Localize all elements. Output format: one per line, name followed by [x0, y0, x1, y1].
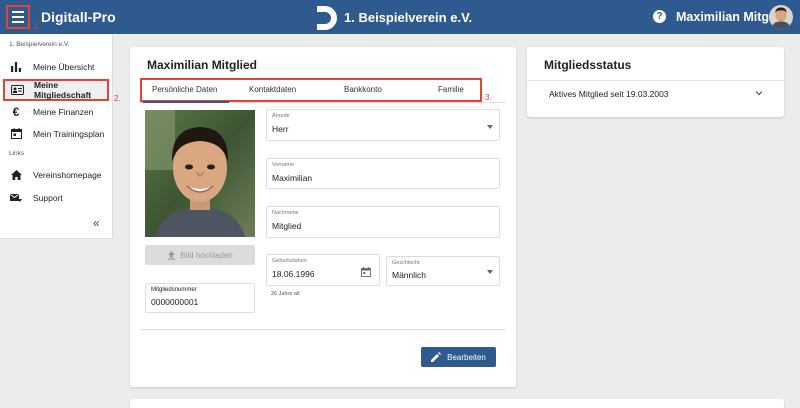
membership-status-text: Aktives Mitglied seit 19.03.2003	[549, 89, 669, 99]
id-card-icon	[11, 84, 24, 96]
menu-button[interactable]	[6, 5, 30, 29]
club-name: 1. Beispielverein e.V.	[344, 10, 473, 25]
gender-select[interactable]: Geschlecht Männlich	[386, 256, 500, 286]
sidebar-section-links: Links	[9, 150, 25, 157]
avatar-face-icon	[769, 5, 793, 29]
help-icon[interactable]: ?	[653, 10, 666, 23]
last-name-value: Mitglied	[272, 221, 302, 231]
page-title: Maximilian Mitglied	[147, 58, 258, 72]
membership-status-title: Mitgliedsstatus	[544, 58, 632, 72]
upload-photo-button[interactable]: Bild hochladen	[145, 245, 255, 265]
lower-card	[130, 399, 784, 408]
gender-value: Männlich	[392, 270, 427, 280]
birthdate-field[interactable]: Geburtsdatum 18.06.1996	[266, 254, 380, 286]
tab-personal-data[interactable]: Persönliche Daten	[152, 85, 217, 94]
membership-status-row[interactable]: Aktives Mitglied seit 19.03.2003	[527, 80, 784, 106]
salutation-value: Herr	[272, 124, 289, 134]
sidebar-section-club: 1. Beispielverein e.V.	[9, 41, 70, 48]
sidebar: 1. Beispielverein e.V. Meine Übersicht M…	[0, 34, 121, 239]
callout-label-menu: 1.	[34, 22, 41, 31]
gender-label: Geschlecht	[392, 260, 420, 266]
collapse-sidebar-icon[interactable]: «	[93, 216, 100, 230]
sidebar-item-support[interactable]: Support	[3, 188, 109, 207]
sidebar-item-label: Meine Finanzen	[33, 106, 94, 117]
sidebar-item-finances[interactable]: € Meine Finanzen	[3, 102, 109, 121]
sidebar-item-label: Meine Mitgliedschaft	[34, 80, 92, 100]
sidebar-item-label: Meine Übersicht	[33, 61, 95, 72]
member-number-label: Mitgliedsnummer	[151, 287, 197, 293]
menu-icon-bar	[12, 21, 24, 23]
upload-icon	[168, 250, 176, 260]
profile-photo	[145, 110, 255, 237]
top-app-bar: 1. Digitall-Pro 1. Beispielverein e.V. ?…	[0, 0, 800, 34]
bar-chart-icon	[9, 61, 23, 73]
support-mail-icon	[9, 192, 23, 204]
dropdown-caret-icon	[487, 270, 493, 274]
last-name-label: Nachname	[272, 210, 299, 216]
sidebar-item-label: Mein Trainingsplan	[33, 128, 105, 139]
menu-icon-bar	[12, 11, 24, 13]
tab-family[interactable]: Familie	[438, 85, 464, 94]
dropdown-caret-icon	[487, 125, 493, 129]
first-name-label: Vorname	[272, 162, 295, 168]
menu-icon-bar	[12, 16, 24, 18]
edit-label: Bearbeiten	[447, 352, 486, 362]
upload-photo-label: Bild hochladen	[180, 250, 233, 260]
pencil-icon	[431, 352, 442, 362]
sidebar-item-label: Vereinshomepage	[33, 169, 102, 180]
last-name-field[interactable]: Nachname Mitglied	[266, 206, 500, 238]
calendar-picker-icon[interactable]	[361, 267, 371, 277]
birthdate-label: Geburtsdatum	[272, 258, 307, 264]
callout-label-sidebar: 2.	[114, 94, 121, 103]
member-number-field[interactable]: Mitgliedsnummer 0000000001	[145, 283, 255, 313]
tab-contact-data[interactable]: Kontaktdaten	[249, 85, 296, 94]
home-icon	[9, 169, 23, 181]
active-tab-indicator	[143, 101, 229, 103]
card-divider	[140, 329, 506, 330]
birthdate-value: 18.06.1996	[272, 269, 315, 279]
calendar-icon	[9, 128, 23, 140]
salutation-label: Anrede	[272, 113, 290, 119]
sidebar-item-label: Support	[33, 192, 63, 203]
app-title: Digitall-Pro	[41, 9, 116, 25]
age-hint: 26 Jahre alt	[271, 291, 300, 297]
sidebar-item-club-homepage[interactable]: Vereinshomepage	[3, 165, 109, 184]
euro-icon: €	[12, 104, 20, 119]
tab-bank-account[interactable]: Bankkonto	[344, 85, 382, 94]
chevron-down-icon	[755, 91, 763, 96]
first-name-field[interactable]: Vorname Maximilian	[266, 158, 500, 189]
profile-tabs: Persönliche Daten Kontaktdaten Bankkonto…	[140, 78, 482, 102]
callout-label-tabs: 3.	[485, 93, 492, 102]
member-number-value: 0000000001	[151, 297, 199, 307]
salutation-select[interactable]: Anrede Herr	[266, 109, 500, 141]
sidebar-item-training-plan[interactable]: Mein Trainingsplan	[3, 124, 109, 143]
first-name-value: Maximilian	[272, 173, 313, 183]
user-avatar[interactable]	[769, 5, 793, 29]
sidebar-item-overview[interactable]: Meine Übersicht	[3, 57, 109, 76]
edit-button[interactable]: Bearbeiten	[421, 347, 496, 367]
sidebar-item-membership[interactable]: Meine Mitgliedschaft	[3, 79, 109, 101]
profile-face-illustration	[145, 110, 255, 237]
club-logo-icon	[317, 6, 337, 30]
